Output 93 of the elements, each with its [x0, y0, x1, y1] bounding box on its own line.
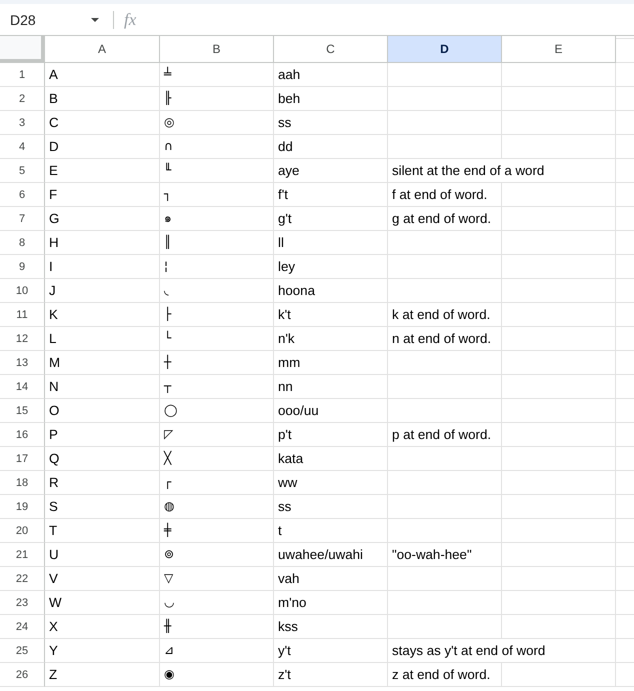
table-cell[interactable]: ss: [274, 111, 388, 135]
table-cell[interactable]: D: [45, 135, 160, 159]
table-cell[interactable]: Q: [45, 447, 160, 471]
table-cell[interactable]: vah: [274, 567, 388, 591]
table-cell[interactable]: k't: [274, 303, 388, 327]
table-cell[interactable]: ley: [274, 255, 388, 279]
table-cell[interactable]: f't: [274, 183, 388, 207]
table-cell[interactable]: ⊿: [160, 639, 274, 663]
table-cell[interactable]: p at end of word.: [388, 423, 502, 447]
table-cell[interactable]: A: [45, 63, 160, 87]
table-cell[interactable]: n at end of word.: [388, 327, 502, 351]
table-cell[interactable]: ◸: [160, 423, 274, 447]
table-cell[interactable]: Z: [45, 663, 160, 687]
table-cell[interactable]: ๑: [160, 207, 274, 231]
name-box[interactable]: D28: [0, 6, 104, 32]
table-cell[interactable]: ╪: [160, 519, 274, 543]
table-cell[interactable]: ┐: [160, 183, 274, 207]
table-cell[interactable]: ¦: [160, 255, 274, 279]
table-cell[interactable]: H: [45, 231, 160, 255]
table-cell[interactable]: R: [45, 471, 160, 495]
table-cell[interactable]: "oo-wah-hee": [388, 543, 502, 567]
table-cell[interactable]: f at end of word.: [388, 183, 502, 207]
table-cell[interactable]: ┬: [160, 375, 274, 399]
table-cell[interactable]: ◉: [160, 663, 274, 687]
table-cell[interactable]: ║: [160, 231, 274, 255]
table-cell[interactable]: mm: [274, 351, 388, 375]
table-cell[interactable]: nn: [274, 375, 388, 399]
table-cell[interactable]: J: [45, 279, 160, 303]
table-cell[interactable]: ▽: [160, 567, 274, 591]
table-cell[interactable]: G: [45, 207, 160, 231]
table-cell[interactable]: Y: [45, 639, 160, 663]
table-cell[interactable]: O: [45, 399, 160, 423]
table-cell[interactable]: z at end of word.: [388, 663, 502, 687]
table-cell[interactable]: P: [45, 423, 160, 447]
table-cell[interactable]: ╙: [160, 159, 274, 183]
table-cell[interactable]: ┼: [160, 351, 274, 375]
table-cell[interactable]: z't: [274, 663, 388, 687]
table-cell[interactable]: E: [45, 159, 160, 183]
table-cell[interactable]: F: [45, 183, 160, 207]
column-header[interactable]: C: [274, 36, 388, 63]
table-cell[interactable]: U: [45, 543, 160, 567]
table-cell[interactable]: ╧: [160, 63, 274, 87]
table-cell[interactable]: beh: [274, 87, 388, 111]
table-cell[interactable]: kata: [274, 447, 388, 471]
table-cell[interactable]: ∩: [160, 135, 274, 159]
table-cell[interactable]: W: [45, 591, 160, 615]
column-header[interactable]: D: [388, 36, 502, 63]
table-cell[interactable]: ◎: [160, 111, 274, 135]
table-cell[interactable]: g't: [274, 207, 388, 231]
table-cell[interactable]: k at end of word.: [388, 303, 502, 327]
table-cell[interactable]: aye: [274, 159, 388, 183]
table-cell[interactable]: C: [45, 111, 160, 135]
table-cell[interactable]: B: [45, 87, 160, 111]
table-cell[interactable]: N: [45, 375, 160, 399]
table-cell[interactable]: ╫: [160, 615, 274, 639]
table-cell[interactable]: aah: [274, 63, 388, 87]
table-cell[interactable]: y't: [274, 639, 388, 663]
table-cell[interactable]: p't: [274, 423, 388, 447]
caret-icon[interactable]: [91, 18, 99, 22]
table-cell[interactable]: ╳: [160, 447, 274, 471]
table-cell[interactable]: └: [160, 327, 274, 351]
table-cell[interactable]: m'no: [274, 591, 388, 615]
table-cell[interactable]: L: [45, 327, 160, 351]
table-cell[interactable]: ww: [274, 471, 388, 495]
table-cell[interactable]: n'k: [274, 327, 388, 351]
table-cell[interactable]: I: [45, 255, 160, 279]
table-cell[interactable]: ├: [160, 303, 274, 327]
table-cell[interactable]: ◯: [160, 399, 274, 423]
table-cell[interactable]: hoona: [274, 279, 388, 303]
table-cell[interactable]: t: [274, 519, 388, 543]
column-header[interactable]: A: [45, 36, 160, 63]
table-cell[interactable]: T: [45, 519, 160, 543]
table-cell[interactable]: ll: [274, 231, 388, 255]
table-cell[interactable]: ooo/uu: [274, 399, 388, 423]
table-cell[interactable]: K: [45, 303, 160, 327]
table-cell[interactable]: ╟: [160, 87, 274, 111]
table-cell[interactable]: ◍: [160, 495, 274, 519]
table-cell[interactable]: V: [45, 567, 160, 591]
column-header[interactable]: B: [160, 36, 274, 63]
column-header[interactable]: E: [502, 36, 616, 63]
table-cell[interactable]: X: [45, 615, 160, 639]
table-cell[interactable]: ss: [274, 495, 388, 519]
table-cell[interactable]: ┌: [160, 471, 274, 495]
table-cell[interactable]: ◡: [160, 591, 274, 615]
table-cell[interactable]: dd: [274, 135, 388, 159]
table-cell[interactable]: ⊚: [160, 543, 274, 567]
table-cell[interactable]: kss: [274, 615, 388, 639]
table-cell[interactable]: ◟: [160, 279, 274, 303]
table-cell[interactable]: g at end of word.: [388, 207, 502, 231]
table-cell[interactable]: M: [45, 351, 160, 375]
table-cell[interactable]: uwahee/uwahi: [274, 543, 388, 567]
fx-label: fx: [124, 10, 136, 30]
table-cell[interactable]: S: [45, 495, 160, 519]
